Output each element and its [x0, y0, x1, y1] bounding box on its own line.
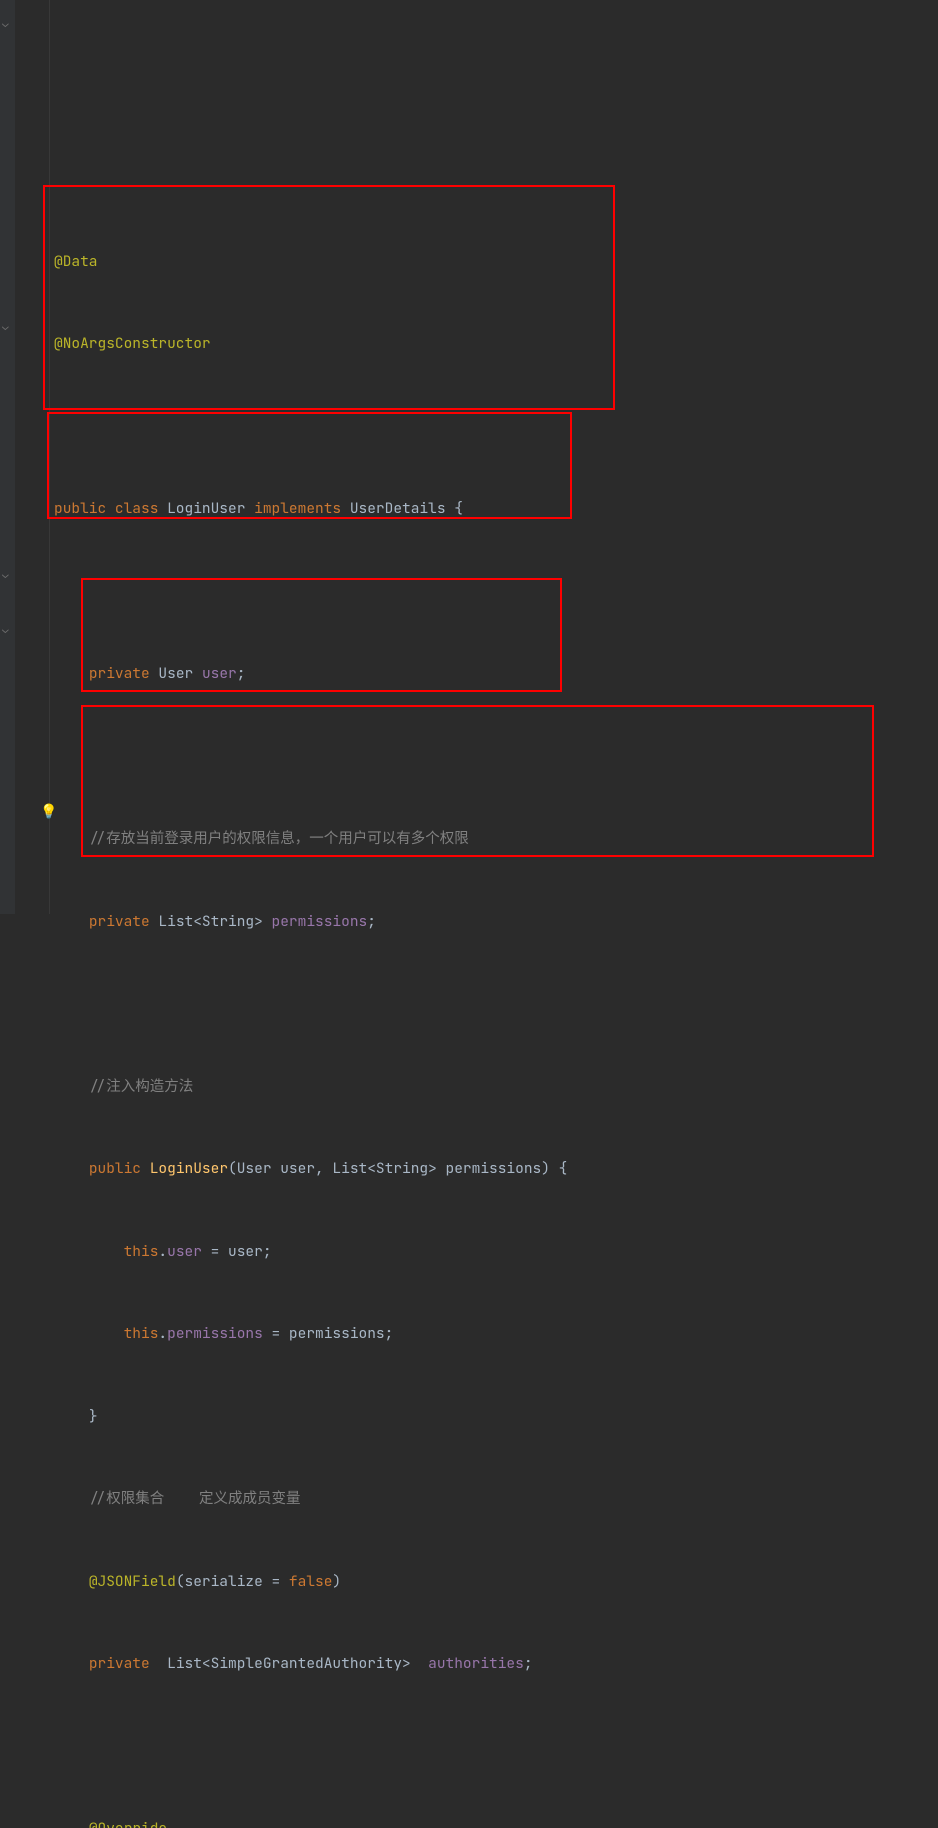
code-line: } [50, 1403, 938, 1431]
code-line: @JSONField(serialize = false) [50, 1568, 938, 1596]
code-line: private User user; [50, 660, 938, 688]
code-line: @Data [50, 248, 938, 276]
code-line: @NoArgsConstructor [50, 330, 938, 358]
code-line: this.permissions = permissions; [50, 1320, 938, 1348]
code-editor[interactable]: ⌄ ⌄ ⌄ ⌄ 💡 @Data @NoArgsConstructor publi… [0, 0, 938, 914]
code-line: //注入构造方法 [50, 1073, 938, 1101]
code-line: public LoginUser(User user, List<String>… [50, 1155, 938, 1183]
code-line: //权限集合 定义成成员变量 [50, 1485, 938, 1513]
code-line [50, 990, 938, 1018]
code-area[interactable]: @Data @NoArgsConstructor public class Lo… [50, 0, 938, 914]
code-line [50, 578, 938, 606]
code-line: this.user = user; [50, 1238, 938, 1266]
code-line [50, 413, 938, 441]
code-line: @Override [50, 1815, 938, 1828]
highlight-box-1 [43, 185, 615, 410]
code-line [50, 1733, 938, 1761]
fold-marker[interactable]: ⌄ [2, 562, 9, 590]
fold-marker[interactable]: ⌄ [2, 314, 9, 342]
annotation-gutter: 💡 [15, 0, 50, 914]
code-line: //存放当前登录用户的权限信息，一个用户可以有多个权限 [50, 825, 938, 853]
fold-marker[interactable]: ⌄ [2, 617, 9, 645]
code-line: public class LoginUser implements UserDe… [50, 495, 938, 523]
code-line: private List<SimpleGrantedAuthority> aut… [50, 1650, 938, 1678]
fold-marker[interactable]: ⌄ [2, 11, 9, 39]
code-line: private List<String> permissions; [50, 908, 938, 936]
fold-gutter: ⌄ ⌄ ⌄ ⌄ [0, 0, 15, 914]
code-line [50, 743, 938, 771]
